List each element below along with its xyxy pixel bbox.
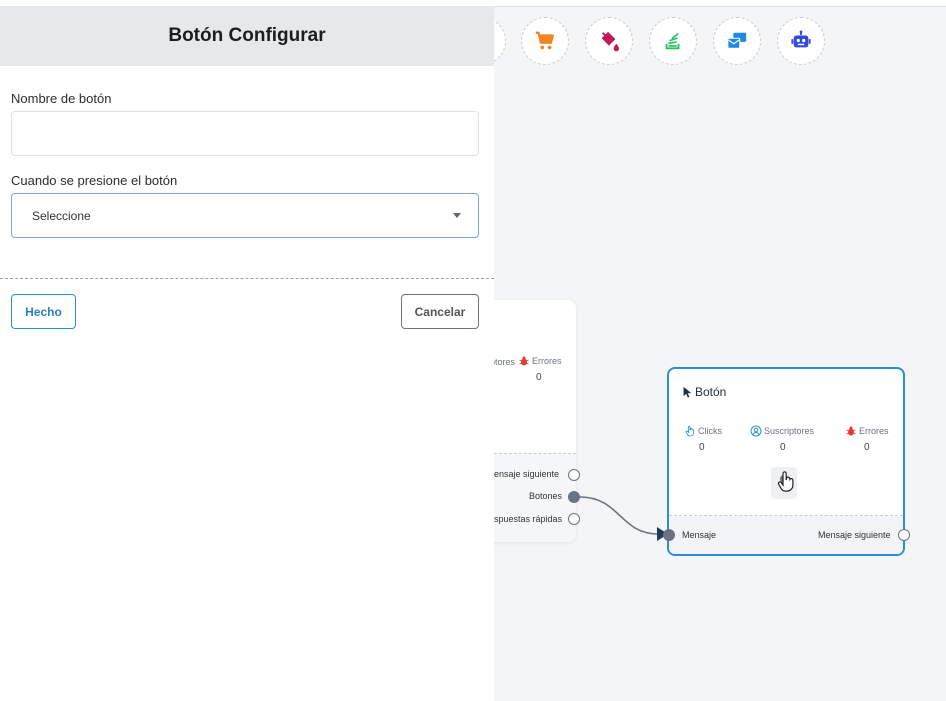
stack-tool-button[interactable] (649, 17, 697, 65)
panel-title: Botón Configurar (168, 25, 326, 46)
node-divider (669, 515, 903, 516)
node-title: Botón (682, 385, 726, 399)
user-circle-icon (750, 425, 762, 437)
on-press-label: Cuando se presione el botón (11, 173, 178, 188)
port-label-buttons: Botones (529, 491, 563, 501)
paint-bucket-icon (601, 31, 620, 52)
button-config-panel: Botón Configurar Nombre de botón Cuando … (0, 6, 494, 701)
hand-cursor-icon (771, 467, 797, 499)
port-quick-replies[interactable] (568, 513, 580, 525)
stat-errors-value: 0 (864, 442, 870, 453)
stack-icon (665, 32, 680, 50)
stat-errors-value: 0 (536, 372, 542, 383)
mail-tool-button[interactable] (713, 17, 761, 65)
button-name-label: Nombre de botón (11, 91, 112, 106)
stat-errors-label: Errores (859, 426, 889, 436)
port-next-message[interactable] (568, 469, 580, 481)
stat-errors: Errores (845, 425, 889, 437)
stat-errors-label: Errores (532, 356, 562, 366)
stat-subscribers-value: 0 (780, 442, 786, 453)
stat-clicks: Clicks (684, 425, 722, 437)
port-next-message[interactable] (898, 529, 910, 541)
node-title-text: Botón (695, 385, 727, 399)
port-label-quick-replies: spuestas rápidas (494, 514, 563, 524)
bug-icon (846, 426, 856, 436)
cart-icon (535, 31, 554, 50)
paint-tool-button[interactable] (585, 17, 633, 65)
stat-clicks-label: Clicks (698, 426, 722, 436)
button-node[interactable]: Botón Clicks 0 Suscriptores 0 Errores 0 … (663, 367, 910, 556)
stat-clicks-value: 0 (699, 442, 705, 453)
port-label-input-message: Mensaje (682, 530, 717, 540)
bug-icon (519, 356, 529, 366)
stat-subscribers-label: Suscriptores (764, 426, 815, 436)
cursor-icon (683, 386, 692, 398)
port-label-next-message: Mensaje siguiente (818, 530, 891, 540)
mail-cards-icon (727, 32, 747, 49)
port-input-message[interactable] (663, 529, 675, 541)
panel-divider (0, 278, 494, 279)
on-press-select-value: Seleccione (32, 208, 91, 223)
chevron-down-icon (453, 213, 461, 218)
robot-tool-button[interactable] (777, 17, 825, 65)
cancel-button[interactable]: Cancelar (401, 294, 479, 329)
done-button[interactable]: Hecho (11, 294, 76, 329)
button-name-input[interactable] (11, 111, 479, 156)
port-buttons[interactable] (568, 491, 580, 503)
stat-subscribers: Suscriptores (750, 425, 814, 437)
hand-pointer-icon (685, 425, 694, 437)
stat-errors: Errores (518, 355, 562, 367)
panel-header: Botón Configurar (0, 6, 494, 66)
robot-icon (791, 30, 811, 48)
on-press-select[interactable]: Seleccione (11, 193, 479, 238)
port-label-next-message: lensaje siguiente (492, 469, 560, 479)
cart-tool-button[interactable] (521, 17, 569, 65)
